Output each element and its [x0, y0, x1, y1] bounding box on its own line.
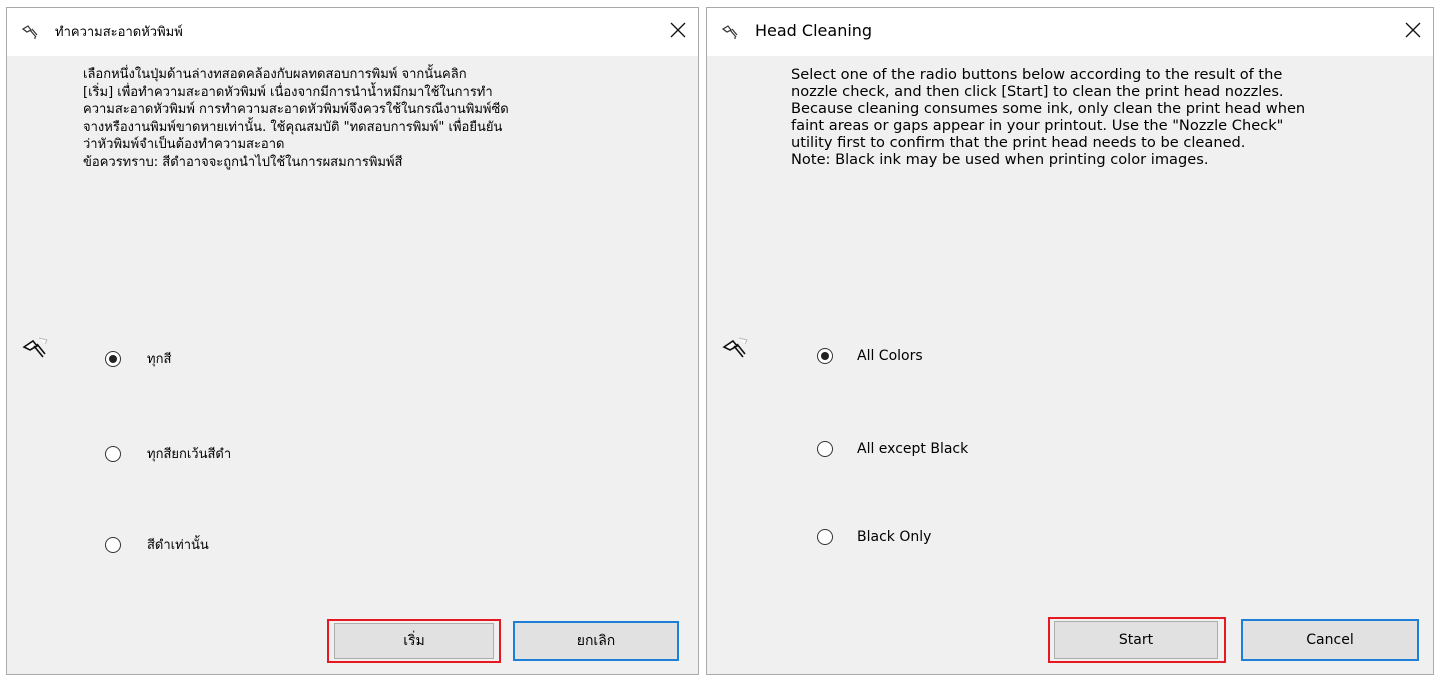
radio-button[interactable] [105, 445, 121, 462]
radio-button[interactable] [817, 348, 833, 364]
radio-label: ทุกสี [147, 352, 172, 367]
head-cleaning-dialog-thai: ทำความสะอาดหัวพิมพ์ เลือกหนึ่งในปุ่มด้าน… [6, 7, 699, 675]
nozzle-icon [22, 337, 48, 358]
close-button[interactable] [1395, 12, 1431, 48]
radio-label: All Colors [857, 348, 923, 364]
dialog-title: Head Cleaning [755, 21, 873, 40]
radio-all-colors[interactable]: ทุกสี [105, 348, 171, 369]
radio-all-except-black[interactable]: ทุกสียกเว้นสีดำ [105, 443, 231, 464]
radio-all-except-black[interactable]: All except Black [817, 441, 968, 457]
close-icon [670, 22, 686, 38]
radio-button[interactable] [105, 350, 121, 367]
cancel-button[interactable]: Cancel [1241, 619, 1419, 661]
description-text: เลือกหนึ่งในปุ่มด้านล่างทสอดคล้องกับผลทด… [83, 67, 509, 170]
close-icon [1405, 22, 1421, 38]
description-text: Select one of the radio buttons below ac… [791, 66, 1306, 168]
radio-label: สีดำเท่านั้น [147, 538, 209, 553]
printer-head-icon [721, 25, 738, 39]
radio-label: All except Black [857, 441, 969, 457]
title-bar: Head Cleaning [707, 8, 1433, 56]
close-button[interactable] [660, 12, 696, 48]
radio-button[interactable] [817, 529, 833, 545]
nozzle-icon [722, 337, 748, 358]
radio-button[interactable] [817, 441, 833, 457]
head-cleaning-dialog-english: Head Cleaning Select one of the radio bu… [706, 7, 1434, 675]
start-button[interactable]: เริ่ม [334, 623, 494, 659]
dialog-title: ทำความสะอาดหัวพิมพ์ [55, 25, 183, 40]
printer-head-icon [21, 25, 38, 39]
radio-black-only[interactable]: Black Only [817, 529, 931, 545]
start-button[interactable]: Start [1054, 621, 1218, 659]
title-bar: ทำความสะอาดหัวพิมพ์ [7, 8, 698, 56]
radio-label: Black Only [857, 529, 932, 545]
radio-button[interactable] [105, 536, 121, 553]
cancel-button[interactable]: ยกเลิก [513, 621, 679, 661]
radio-black-only[interactable]: สีดำเท่านั้น [105, 534, 209, 555]
radio-all-colors[interactable]: All Colors [817, 348, 923, 364]
radio-label: ทุกสียกเว้นสีดำ [147, 447, 232, 462]
